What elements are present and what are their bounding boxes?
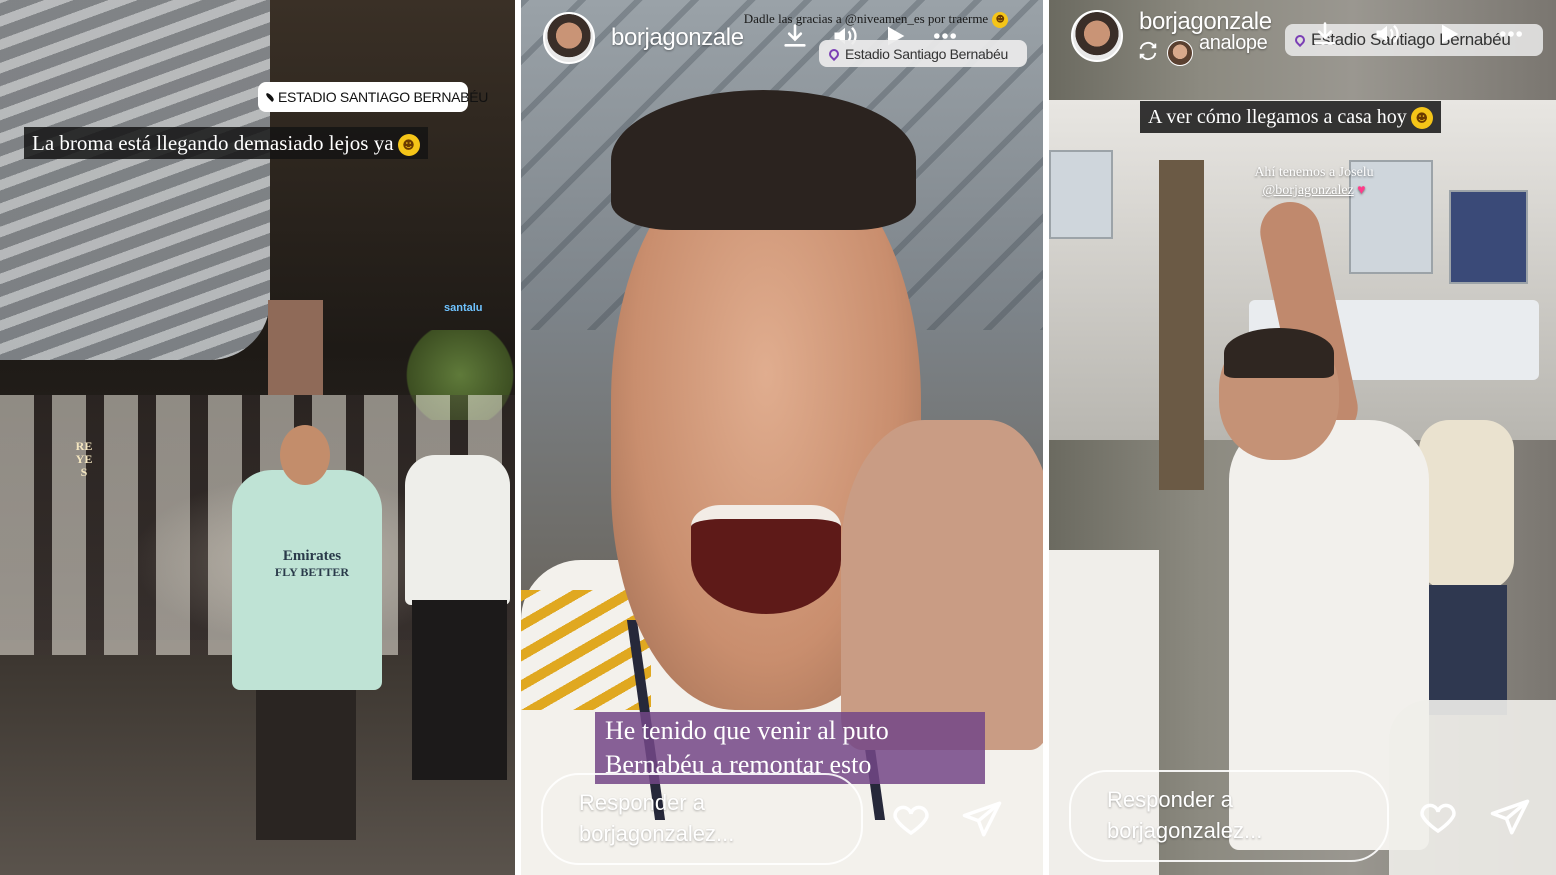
story-panel-1[interactable]: Emirates FLY BETTER REYES santalu ESTADI… <box>0 0 515 875</box>
fan-walking <box>405 455 510 605</box>
bystander-legs <box>1427 585 1507 715</box>
pin-icon <box>826 46 842 61</box>
banner <box>1449 190 1528 284</box>
selfie-hair <box>611 90 916 230</box>
laughing-emoji-icon: ☻ <box>992 12 1009 29</box>
story-controls <box>1311 20 1525 48</box>
play-icon[interactable] <box>1435 20 1463 48</box>
location-sticker[interactable]: ESTADIO SANTIAGO BERNABÉU <box>258 82 488 112</box>
pin-icon <box>265 92 275 102</box>
location-label: ESTADIO SANTIAGO BERNABÉU <box>278 89 489 105</box>
mention-caption-line1: Ahí tenemos a Joselu <box>1254 165 1374 180</box>
pin-icon <box>1292 32 1308 48</box>
laughing-emoji-icon: ☻ <box>397 134 420 157</box>
reply-placeholder-line1: Responder a <box>579 790 705 815</box>
send-icon[interactable] <box>961 798 1003 840</box>
tree-trunk <box>1159 160 1204 490</box>
story-caption-line1: He tenido que venir al puto <box>605 716 889 745</box>
avatar[interactable] <box>1071 10 1123 62</box>
heart-icon[interactable] <box>1417 796 1459 838</box>
laughing-emoji-icon: ☻ <box>1410 107 1433 130</box>
reply-placeholder-line2: borjagonzalez... <box>579 821 735 846</box>
santalu-sign: santalu <box>444 302 483 314</box>
story-caption-text: La broma está llegando demasiado lejos y… <box>32 131 394 155</box>
raised-fist <box>841 420 1043 750</box>
story-panel-3[interactable]: borjagonzale analope Estadio Santiago Be… <box>1049 0 1556 875</box>
foreground-blur <box>1389 700 1556 875</box>
player-hair <box>1224 328 1334 378</box>
jersey-sponsor-line1: Emirates <box>282 548 342 564</box>
selfie-mouth <box>691 505 841 614</box>
fan-legs <box>256 690 356 840</box>
reply-placeholder-line2: borjagonzalez... <box>1107 818 1263 843</box>
coauthor-username[interactable]: analope <box>1199 32 1268 55</box>
reply-placeholder-line1: Responder a <box>1107 787 1233 812</box>
more-icon[interactable] <box>1497 20 1525 48</box>
send-icon[interactable] <box>1489 796 1531 838</box>
fan-in-jersey <box>232 470 382 690</box>
reply-input[interactable]: Responder a borjagonzalez... <box>1069 770 1389 862</box>
stadium-facade <box>0 0 270 360</box>
repost-icon <box>1137 40 1159 62</box>
scarf-text: REYES <box>75 439 93 479</box>
story-caption: A ver cómo llegamos a casa hoy ☻ <box>1140 101 1441 133</box>
story-panel-2[interactable]: borjagonzale Dadle las gracias a @niveam… <box>521 0 1043 875</box>
fan-walking-legs <box>412 600 507 780</box>
location-sticker[interactable]: Estadio Santiago Bernabéu <box>819 40 1027 67</box>
location-label: Estadio Santiago Bernabéu <box>845 45 1008 62</box>
fan-head <box>280 425 330 485</box>
background-building <box>268 300 323 395</box>
username[interactable]: borjagonzale <box>611 24 744 52</box>
jersey-sponsor: Emirates FLY BETTER <box>262 548 362 580</box>
story-caption: La broma está llegando demasiado lejos y… <box>24 127 428 159</box>
avatar[interactable] <box>543 12 595 64</box>
download-icon[interactable] <box>781 22 809 50</box>
speaker-icon[interactable] <box>1373 20 1401 48</box>
download-icon[interactable] <box>1311 20 1339 48</box>
heart-icon[interactable] <box>890 798 932 840</box>
coauthor-avatar[interactable] <box>1167 40 1193 66</box>
pink-heart-icon: ♥ <box>1353 183 1366 198</box>
jersey-sponsor-line2: FLY BETTER <box>274 565 350 579</box>
reply-input[interactable]: Responder a borjagonzalez... <box>541 773 863 865</box>
story-caption-text: A ver cómo llegamos a casa hoy <box>1148 106 1407 128</box>
building-window <box>1049 150 1113 239</box>
mention-link[interactable]: @borjagonzalez <box>1262 183 1353 198</box>
mention-caption: Ahí tenemos a Joselu @borjagonzalez ♥ <box>1229 164 1399 200</box>
bystander <box>1419 420 1514 590</box>
